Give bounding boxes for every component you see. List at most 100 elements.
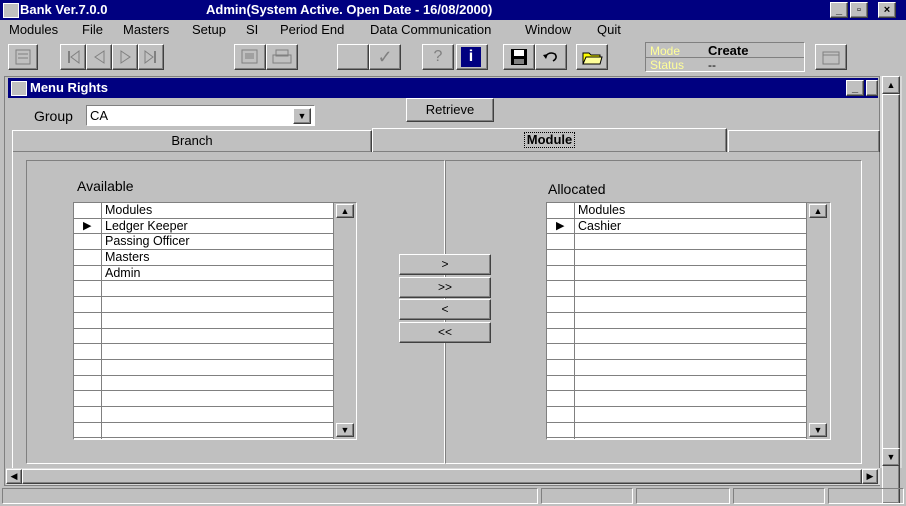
table-row[interactable]: Ledger Keeper ▶ — [74, 219, 333, 235]
scroll-right-arrow-icon[interactable]: ▶ — [862, 469, 878, 484]
allocated-grid[interactable]: Modules Cashier ▶ ▲ ▼ — [546, 202, 831, 440]
close-button[interactable]: × — [878, 2, 896, 18]
blank-tool[interactable] — [337, 44, 369, 70]
table-row[interactable] — [547, 250, 806, 266]
child-minimize-button[interactable]: _ — [846, 80, 864, 96]
menu-si[interactable]: SI — [246, 22, 258, 37]
allocated-header-row: Modules — [547, 203, 806, 219]
table-row[interactable] — [547, 376, 806, 392]
available-item-label: Masters — [105, 250, 150, 265]
menu-rights-title-bar: Menu Rights _ — [8, 78, 878, 98]
allocated-label: Allocated — [548, 181, 606, 197]
menu-modules[interactable]: Modules — [9, 22, 58, 37]
tab-extra[interactable] — [728, 130, 880, 152]
menu-setup[interactable]: Setup — [192, 22, 226, 37]
scroll-left-arrow-icon[interactable]: ◀ — [6, 469, 22, 484]
mdi-vertical-scrollbar[interactable]: ▲ ▼ — [880, 76, 902, 504]
allocated-scroll-down-icon[interactable]: ▼ — [809, 423, 827, 437]
mode-value: Create — [708, 43, 749, 58]
available-item-label: Passing Officer — [105, 234, 190, 249]
help-icon[interactable]: ? — [422, 44, 454, 70]
table-row[interactable] — [74, 407, 333, 423]
table-row[interactable] — [74, 423, 333, 439]
tab-module-label: Module — [523, 132, 576, 148]
table-row[interactable] — [547, 391, 806, 407]
table-row[interactable]: Passing Officer — [74, 234, 333, 251]
menu-file[interactable]: File — [82, 22, 103, 37]
table-row[interactable]: Cashier ▶ — [547, 219, 806, 235]
table-row[interactable] — [547, 281, 806, 298]
available-column-header: Modules — [105, 203, 153, 217]
next-record-icon[interactable] — [112, 44, 138, 70]
save-icon[interactable] — [503, 44, 535, 70]
available-item-label: Admin — [105, 265, 141, 280]
print-icon[interactable] — [266, 44, 298, 70]
table-row[interactable] — [547, 329, 806, 345]
previous-record-icon[interactable] — [86, 44, 112, 70]
available-scrollbar[interactable]: ▲ ▼ — [334, 203, 356, 439]
available-grid[interactable]: Modules Ledger Keeper ▶ Passing Officer Mast… — [73, 202, 357, 440]
retrieve-button[interactable]: Retrieve — [406, 98, 494, 122]
exit-tool-icon[interactable] — [8, 44, 38, 70]
menu-quit[interactable]: Quit — [597, 22, 621, 37]
table-row[interactable] — [74, 329, 333, 345]
status-pane-5 — [828, 488, 904, 504]
child-restore-button[interactable] — [866, 80, 878, 96]
move-all-left-button[interactable]: << — [399, 322, 491, 343]
mode-label: Mode — [650, 44, 681, 58]
app-name: Bank Ver.7.0.0 — [20, 2, 108, 17]
table-row[interactable] — [74, 313, 333, 329]
status-label: Status — [650, 58, 685, 72]
open-folder-icon[interactable] — [576, 44, 608, 70]
scroll-thumb[interactable] — [882, 94, 900, 504]
move-all-right-button[interactable]: >> — [399, 277, 491, 298]
status-pane-3 — [636, 488, 730, 504]
scroll-up-arrow-icon[interactable]: ▲ — [882, 76, 900, 94]
dropdown-arrow-icon[interactable]: ▼ — [293, 108, 311, 124]
table-row[interactable] — [547, 344, 806, 360]
group-combobox[interactable]: CA ▼ — [86, 105, 315, 126]
table-row[interactable] — [74, 281, 333, 298]
table-row[interactable] — [74, 344, 333, 360]
available-header-row: Modules — [74, 203, 333, 219]
table-row[interactable] — [547, 297, 806, 313]
available-scroll-up-icon[interactable]: ▲ — [336, 204, 354, 218]
minimize-button[interactable]: _ — [830, 2, 848, 18]
info-icon[interactable]: i — [456, 44, 488, 70]
table-row[interactable] — [74, 297, 333, 313]
available-scroll-down-icon[interactable]: ▼ — [336, 423, 354, 437]
table-row[interactable] — [547, 313, 806, 329]
table-row[interactable]: Admin — [74, 266, 333, 282]
allocated-scrollbar[interactable]: ▲ ▼ — [807, 203, 830, 439]
menu-period-end[interactable]: Period End — [280, 22, 344, 37]
tab-module[interactable]: Module — [372, 128, 727, 152]
allocated-scroll-up-icon[interactable]: ▲ — [809, 204, 827, 218]
undo-icon[interactable] — [535, 44, 567, 70]
accept-icon[interactable]: ✓ — [369, 44, 401, 70]
scroll-down-arrow-icon[interactable]: ▼ — [882, 448, 900, 466]
menu-window[interactable]: Window — [525, 22, 571, 37]
table-row[interactable]: Masters — [74, 250, 333, 266]
table-row[interactable] — [547, 266, 806, 282]
status-pane-4 — [733, 488, 825, 504]
group-value: CA — [90, 108, 109, 123]
table-row[interactable] — [74, 391, 333, 407]
table-row[interactable] — [74, 360, 333, 376]
table-row[interactable] — [547, 360, 806, 376]
table-row[interactable] — [74, 376, 333, 392]
table-row[interactable] — [547, 407, 806, 423]
restore-button[interactable]: ▫ — [850, 2, 868, 18]
menu-masters[interactable]: Masters — [123, 22, 169, 37]
h-scroll-thumb[interactable] — [22, 469, 862, 484]
print-preview-icon[interactable] — [234, 44, 266, 70]
tab-branch[interactable]: Branch — [12, 130, 372, 152]
move-selected-right-button[interactable]: > — [399, 254, 491, 275]
last-record-icon[interactable] — [138, 44, 164, 70]
menu-data-communication[interactable]: Data Communication — [370, 22, 491, 37]
window-tool-icon[interactable] — [815, 44, 847, 70]
move-selected-left-button[interactable]: < — [399, 299, 491, 320]
first-record-icon[interactable] — [60, 44, 86, 70]
table-row[interactable] — [547, 423, 806, 439]
mdi-horizontal-scrollbar[interactable]: ◀ ▶ — [6, 468, 880, 485]
table-row[interactable] — [547, 234, 806, 251]
